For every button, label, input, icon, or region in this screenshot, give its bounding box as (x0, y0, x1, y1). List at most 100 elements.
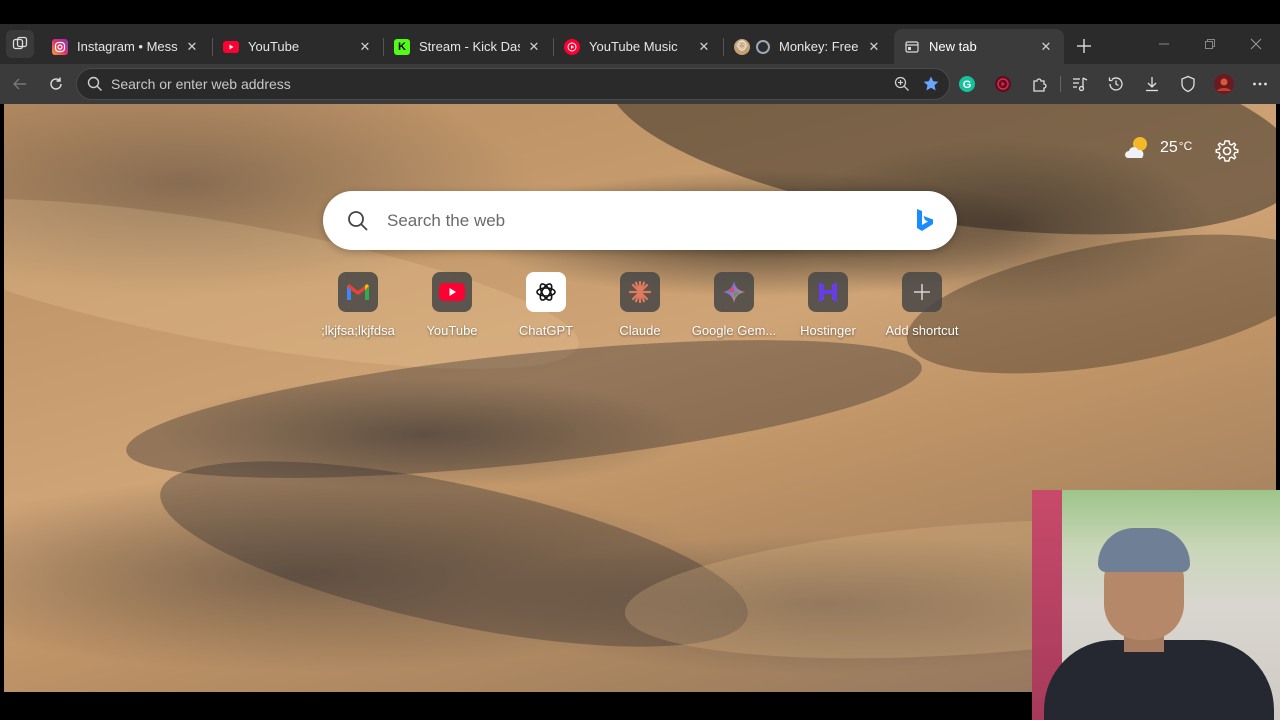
shortcut-label: YouTube (426, 323, 478, 338)
plus-icon (1077, 39, 1091, 53)
plus-icon (914, 284, 930, 300)
bing-icon[interactable] (915, 208, 935, 232)
refresh-icon (50, 77, 62, 90)
shortcut-tile[interactable] (714, 272, 754, 312)
favorite-button[interactable] (919, 72, 943, 96)
loading-icon (756, 39, 770, 54)
tab-close-icon[interactable]: ✕ (357, 39, 373, 55)
shield-icon (1181, 75, 1195, 93)
settings-menu-button[interactable] (1248, 72, 1272, 96)
tab-youtube[interactable]: YouTube ✕ (213, 29, 383, 64)
more-icon (1253, 82, 1267, 86)
newtab-icon (904, 39, 920, 55)
shortcut-gmail[interactable]: ;lkjfsa;lkjfdsa (312, 272, 404, 338)
page-settings-button[interactable] (1214, 138, 1240, 164)
browser-toolbar: Search or enter web address G (0, 64, 1280, 104)
shortcut-tile[interactable] (620, 272, 660, 312)
minimize-button[interactable] (1152, 34, 1176, 54)
shortcut-label: ChatGPT (518, 323, 574, 338)
kick-icon: K (394, 38, 410, 55)
tab-actions-button[interactable] (6, 30, 34, 58)
extensions-button[interactable] (1028, 72, 1052, 96)
webcam-overlay (1032, 490, 1280, 720)
shortcut-tile[interactable] (808, 272, 848, 312)
shortcut-label: Claude (619, 323, 661, 338)
zoom-button[interactable] (890, 72, 914, 96)
shortcut-label: Hostinger (800, 323, 856, 338)
web-search-box[interactable] (323, 191, 957, 250)
search-icon (348, 210, 368, 231)
star-icon (923, 76, 939, 91)
downloads-button[interactable] (1140, 72, 1164, 96)
gear-icon (1215, 140, 1239, 162)
shortcut-tile[interactable] (338, 272, 378, 312)
history-button[interactable] (1104, 72, 1128, 96)
avatar (1214, 74, 1234, 94)
grammarly-extension[interactable]: G (955, 72, 979, 96)
tab-title: Monkey: Free Live (779, 39, 860, 54)
media-extension[interactable] (991, 72, 1015, 96)
shortcut-claude[interactable]: Claude (594, 272, 686, 338)
tab-close-icon[interactable]: ✕ (184, 39, 200, 55)
address-placeholder: Search or enter web address (111, 76, 291, 92)
tab-close-icon[interactable]: ✕ (866, 39, 882, 55)
close-icon (1250, 38, 1262, 50)
new-tab-button[interactable] (1072, 34, 1096, 58)
shortcut-youtube[interactable]: YouTube (406, 272, 498, 338)
instagram-icon (52, 38, 68, 55)
close-window-button[interactable] (1244, 34, 1268, 54)
shortcut-hostinger[interactable]: Hostinger (782, 272, 874, 338)
shortcut-chatgpt[interactable]: ChatGPT (500, 272, 592, 338)
tab-kick[interactable]: K Stream - Kick Dashboard ✕ (384, 29, 552, 64)
shortcut-google-gemini[interactable]: Google Gem... (688, 272, 780, 338)
grammarly-icon: G (959, 76, 975, 92)
zoom-icon (894, 76, 909, 91)
restore-button[interactable] (1198, 34, 1222, 54)
restore-icon (1205, 39, 1215, 49)
address-bar[interactable]: Search or enter web address (76, 68, 950, 100)
chatgpt-icon (536, 283, 556, 301)
music-note-icon (1073, 77, 1088, 92)
shortcut-label: Add shortcut (885, 323, 959, 338)
browser-essentials-button[interactable] (1176, 72, 1200, 96)
shortcut-tile[interactable] (902, 272, 942, 312)
tab-title: Stream - Kick Dashboard (419, 39, 520, 54)
tab-strip: Instagram • Messages ✕ YouTube ✕ K Strea… (0, 24, 1280, 64)
youtube-icon (439, 283, 465, 301)
screen-top-bar (0, 0, 1280, 24)
tab-instagram[interactable]: Instagram • Messages ✕ (42, 29, 210, 64)
tab-monkey[interactable]: 🐵 Monkey: Free Live ✕ (724, 29, 892, 64)
shortcuts-grid: ;lkjfsa;lkjfdsa YouTube ChatGPT Claude G… (312, 272, 972, 342)
shortcut-tile[interactable] (526, 272, 566, 312)
tab-title: YouTube (248, 39, 300, 54)
tab-close-icon[interactable]: ✕ (526, 39, 542, 55)
download-icon (1146, 77, 1158, 92)
gmail-icon (347, 284, 369, 300)
shortcut-label: ;lkjfsa;lkjfdsa (321, 323, 395, 338)
shortcut-tile[interactable] (432, 272, 472, 312)
shortcut-add[interactable]: Add shortcut (876, 272, 968, 338)
back-arrow-icon (13, 78, 26, 90)
back-button[interactable] (8, 72, 32, 96)
webcam-person-cap (1098, 528, 1190, 572)
svg-text:G: G (963, 79, 972, 91)
claude-icon (628, 280, 652, 304)
history-icon (1108, 77, 1123, 91)
tab-close-icon[interactable]: ✕ (696, 39, 712, 55)
youtube-music-icon (564, 38, 580, 55)
weather-widget[interactable]: 25°C (1122, 134, 1192, 162)
profile-button[interactable] (1212, 72, 1236, 96)
tab-youtube-music[interactable]: YouTube Music ✕ (554, 29, 722, 64)
search-input[interactable] (387, 210, 887, 231)
tab-title: New tab (929, 39, 977, 54)
webcam-person-body (1044, 640, 1274, 720)
youtube-icon (223, 39, 239, 55)
refresh-button[interactable] (44, 72, 68, 96)
media-control-button[interactable] (1068, 72, 1092, 96)
minimize-icon (1159, 43, 1169, 45)
toolbar-divider (1060, 76, 1061, 92)
temperature-unit: °C (1178, 139, 1193, 153)
tab-title: Instagram • Messages (77, 39, 178, 54)
tab-new-tab[interactable]: New tab ✕ (894, 29, 1064, 64)
tab-close-icon[interactable]: ✕ (1038, 39, 1054, 55)
